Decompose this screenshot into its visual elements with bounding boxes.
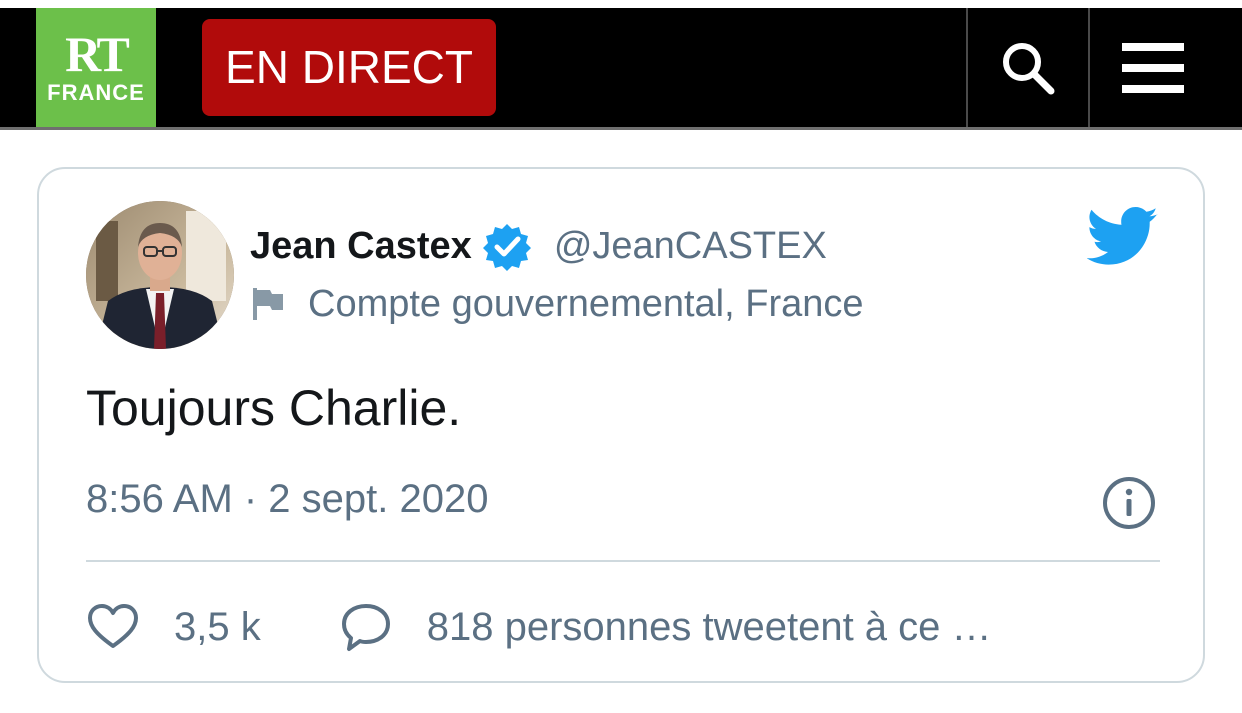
speech-bubble-icon [341, 604, 390, 651]
government-account-label: Compte gouvernemental, France [308, 282, 864, 325]
reply-count-text: 818 personnes tweetent à ce … [426, 604, 992, 649]
account-label-row: Compte gouvernemental, France [250, 279, 864, 329]
header-bar: RT FRANCE EN DIRECT [0, 8, 1242, 127]
tweet-card[interactable]: Jean Castex @JeanCASTEX Compte gouvernem… [37, 167, 1205, 683]
search-button[interactable] [968, 8, 1088, 127]
tweet-text: Toujours Charlie. [86, 380, 462, 436]
card-divider [86, 560, 1160, 562]
search-icon [1003, 42, 1055, 94]
author-name[interactable]: Jean Castex [250, 225, 472, 268]
menu-button[interactable] [1090, 8, 1215, 127]
author-row: Jean Castex @JeanCASTEX [250, 221, 827, 271]
tweet-timestamp[interactable]: 8:56 AM · 2 sept. 2020 [86, 477, 488, 522]
hamburger-menu-icon [1121, 42, 1184, 93]
like-button[interactable]: 3,5 k [86, 600, 261, 654]
flag-icon [253, 288, 283, 320]
live-button[interactable]: EN DIRECT [202, 19, 496, 116]
rt-france-logo[interactable]: RT FRANCE [36, 8, 156, 127]
tweet-actions: 3,5 k 818 personnes tweetent à ce … [86, 599, 992, 655]
avatar-photo [86, 201, 234, 349]
info-icon[interactable] [1101, 475, 1157, 531]
reply-button[interactable]: 818 personnes tweetent à ce … [339, 600, 992, 654]
logo-rt-text: RT [65, 26, 130, 82]
heart-icon [88, 604, 138, 648]
twitter-bird-icon[interactable] [1087, 207, 1159, 267]
avatar[interactable] [86, 201, 234, 349]
verified-badge-icon [482, 224, 531, 271]
site-header: RT FRANCE EN DIRECT [0, 0, 1242, 130]
logo-france-text: FRANCE [47, 80, 145, 105]
header-bottom-border [0, 127, 1242, 130]
author-handle[interactable]: @JeanCASTEX [554, 225, 827, 268]
like-count: 3,5 k [174, 604, 261, 649]
